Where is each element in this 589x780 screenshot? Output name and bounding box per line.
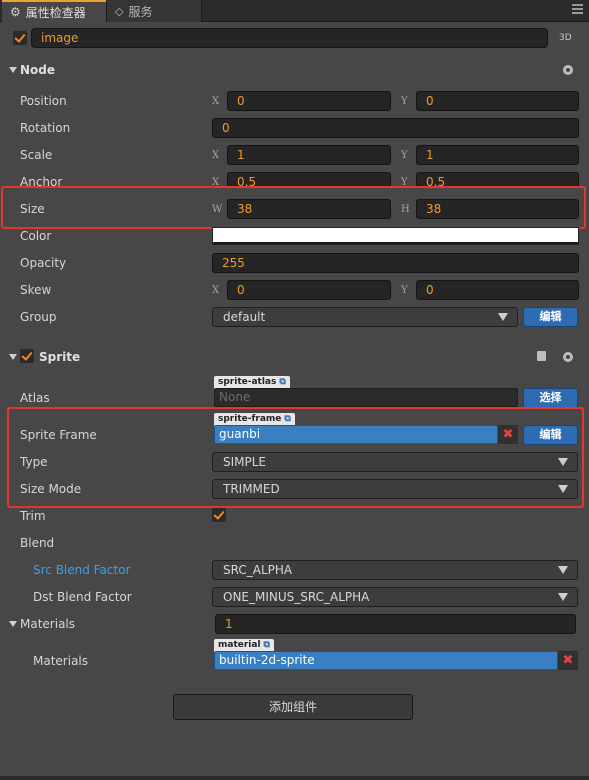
color-swatch[interactable]: [212, 227, 579, 245]
scale-y-axis: Y: [401, 150, 408, 161]
group-label: Group: [20, 310, 57, 324]
sprite-settings-gear-icon[interactable]: [563, 352, 573, 362]
gear-icon: ⚙: [10, 5, 21, 19]
node-name-input[interactable]: image: [31, 28, 548, 48]
tab-inspector-label: 属性检查器: [25, 5, 86, 20]
chevron-down-icon: [558, 566, 568, 574]
help-book-icon[interactable]: [537, 351, 546, 361]
dst-blend-factor-label: Dst Blend Factor: [33, 590, 132, 604]
node-collapse-icon[interactable]: [9, 67, 17, 73]
group-select[interactable]: default: [212, 307, 518, 327]
trim-checkbox[interactable]: [212, 508, 226, 522]
opacity-label: Opacity: [20, 256, 67, 270]
sprite-enabled-checkbox[interactable]: [20, 349, 34, 363]
skew-x-axis: X: [212, 285, 220, 296]
src-blend-factor-label: Src Blend Factor: [33, 563, 131, 577]
src-blend-factor-select[interactable]: SRC_ALPHA: [212, 560, 578, 580]
sprite-section-title: Sprite: [39, 350, 81, 364]
node-section-title: Node: [20, 63, 56, 77]
tab-services[interactable]: ◇ 服务: [106, 0, 202, 22]
position-label: Position: [20, 94, 67, 108]
panel-bottom-divider: [0, 776, 589, 780]
chevron-down-icon: [558, 593, 568, 601]
color-label: Color: [20, 229, 52, 243]
src-blend-factor-value: SRC_ALPHA: [223, 563, 293, 577]
dst-blend-factor-select[interactable]: ONE_MINUS_SRC_ALPHA: [212, 587, 578, 607]
atlas-select-button[interactable]: 选择: [523, 388, 578, 408]
scale-label: Scale: [20, 148, 53, 162]
tab-inspector[interactable]: ⚙ 属性检查器: [2, 0, 106, 22]
materials-group-label: Materials: [20, 617, 76, 631]
skew-x-input[interactable]: 0: [227, 280, 391, 300]
group-select-value: default: [223, 310, 266, 324]
chevron-down-icon: [498, 313, 508, 321]
material-type-tag-label: material: [218, 640, 261, 650]
opacity-input[interactable]: 255: [212, 253, 579, 273]
color-swatch-alpha-bar: [213, 242, 578, 244]
position-x-input[interactable]: 0: [227, 91, 391, 111]
skew-y-axis: Y: [401, 285, 408, 296]
services-icon: ◇: [115, 4, 124, 18]
node-settings-gear-icon[interactable]: [563, 65, 573, 75]
scale-x-axis: X: [212, 150, 220, 161]
toggle-3d-button[interactable]: 3D: [559, 33, 572, 43]
panel-tab-bar: ⚙ 属性检查器 ◇ 服务: [0, 0, 589, 22]
node-active-checkbox[interactable]: [13, 31, 27, 45]
materials-collapse-icon[interactable]: [9, 621, 17, 627]
position-y-axis: Y: [401, 96, 408, 107]
sprite-settings-highlight-box: [7, 407, 584, 508]
clear-material-icon[interactable]: ✖: [558, 651, 578, 670]
rotation-label: Rotation: [20, 121, 71, 135]
size-highlight-box: [1, 186, 586, 229]
atlas-type-tag-label: sprite-atlas: [218, 377, 277, 387]
atlas-label: Atlas: [20, 391, 50, 405]
trim-label: Trim: [20, 509, 46, 523]
skew-y-input[interactable]: 0: [416, 280, 579, 300]
blend-label: Blend: [20, 536, 55, 550]
materials-item-label: Materials: [33, 654, 89, 668]
scale-x-input[interactable]: 1: [227, 145, 391, 165]
position-x-axis: X: [212, 96, 220, 107]
dst-blend-factor-value: ONE_MINUS_SRC_ALPHA: [223, 590, 370, 604]
rotation-input[interactable]: 0: [212, 118, 579, 138]
materials-count-input[interactable]: 1: [215, 614, 576, 634]
tab-services-label: 服务: [128, 4, 153, 19]
material-asset-field[interactable]: builtin-2d-sprite: [214, 651, 558, 670]
skew-label: Skew: [20, 283, 52, 297]
group-edit-button[interactable]: 编辑: [523, 307, 578, 327]
panel-menu-icon[interactable]: [572, 4, 583, 16]
scale-y-input[interactable]: 1: [416, 145, 579, 165]
position-y-input[interactable]: 0: [416, 91, 579, 111]
add-component-button[interactable]: 添加组件: [173, 694, 413, 720]
sprite-collapse-icon[interactable]: [9, 354, 17, 360]
atlas-asset-field[interactable]: None: [214, 388, 518, 407]
